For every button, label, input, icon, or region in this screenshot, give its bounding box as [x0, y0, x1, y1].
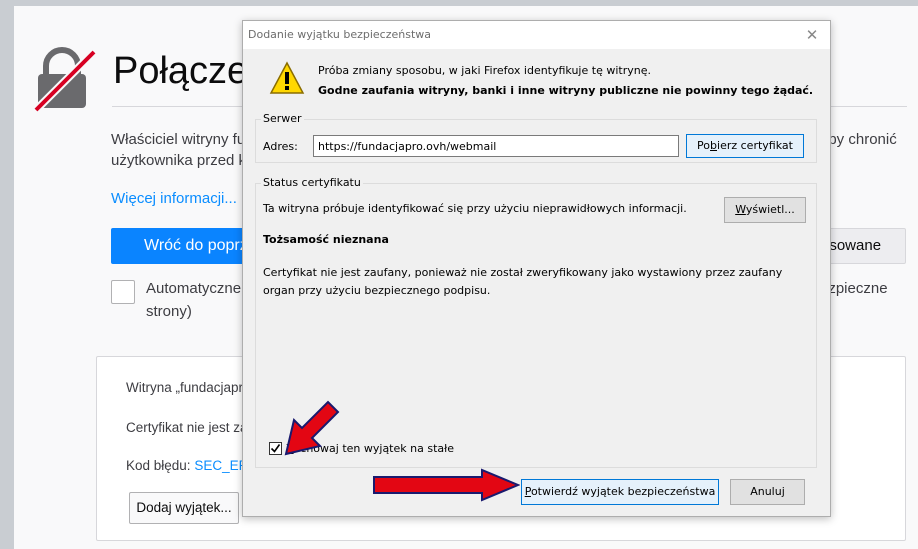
description-line-2: użytkownika przed kra [111, 152, 260, 169]
dialog-title: Dodanie wyjątku bezpieczeństwa [248, 28, 432, 41]
advanced-cert-text: Certyfikat nie jest zau [126, 420, 256, 435]
annotation-arrow-right-icon [373, 468, 520, 502]
description-line-1: Właściciel witryny fun [111, 131, 254, 148]
auto-report-label-2: strony) [146, 303, 192, 320]
dialog-titlebar: Dodanie wyjątku bezpieczeństwa ✕ [243, 21, 830, 49]
close-icon[interactable]: ✕ [800, 25, 824, 45]
auto-report-label-1: Automatyczne z [146, 280, 253, 297]
server-legend: Serwer [261, 112, 304, 125]
permanent-exception-checkbox[interactable] [269, 442, 282, 455]
warning-text-1: Próba zmiany sposobu, w jaki Firefox ide… [318, 64, 651, 77]
address-input[interactable] [313, 135, 679, 157]
certificate-info-line-1: Certyfikat nie jest zaufany, ponieważ ni… [263, 266, 783, 279]
cancel-button[interactable]: Anuluj [730, 479, 805, 505]
certificate-info-line-2: organ przy użyciu bezpiecznego podpisu. [263, 284, 491, 297]
confirm-exception-button[interactable]: Potwierdź wyjątek bezpieczeństwa [521, 479, 719, 505]
fetch-certificate-button[interactable]: Pobierz certyfikat [686, 134, 804, 158]
annotation-arrow-diagonal-icon [284, 400, 340, 456]
error-code-label: Kod błędu: [126, 458, 191, 473]
add-exception-button[interactable]: Dodaj wyjątek... [129, 492, 239, 524]
view-certificate-button[interactable]: Wyświetl... [724, 197, 806, 223]
identity-heading: Tożsamość nieznana [263, 233, 389, 246]
warning-icon [269, 61, 305, 94]
address-label: Adres: [263, 140, 298, 153]
checkmark-icon [270, 444, 281, 453]
advanced-site-text: Witryna „fundacjapro [126, 380, 251, 395]
more-info-link[interactable]: Więcej informacji... [111, 190, 237, 207]
certificate-status-legend: Status certyfikatu [261, 176, 363, 189]
auto-report-checkbox[interactable] [111, 280, 135, 304]
broken-lock-icon [33, 47, 97, 112]
warning-text-2: Godne zaufania witryny, banki i inne wit… [318, 84, 814, 97]
description-line-1-end: aby chronić [820, 131, 897, 148]
status-text: Ta witryna próbuje identyfikować się prz… [263, 202, 687, 215]
